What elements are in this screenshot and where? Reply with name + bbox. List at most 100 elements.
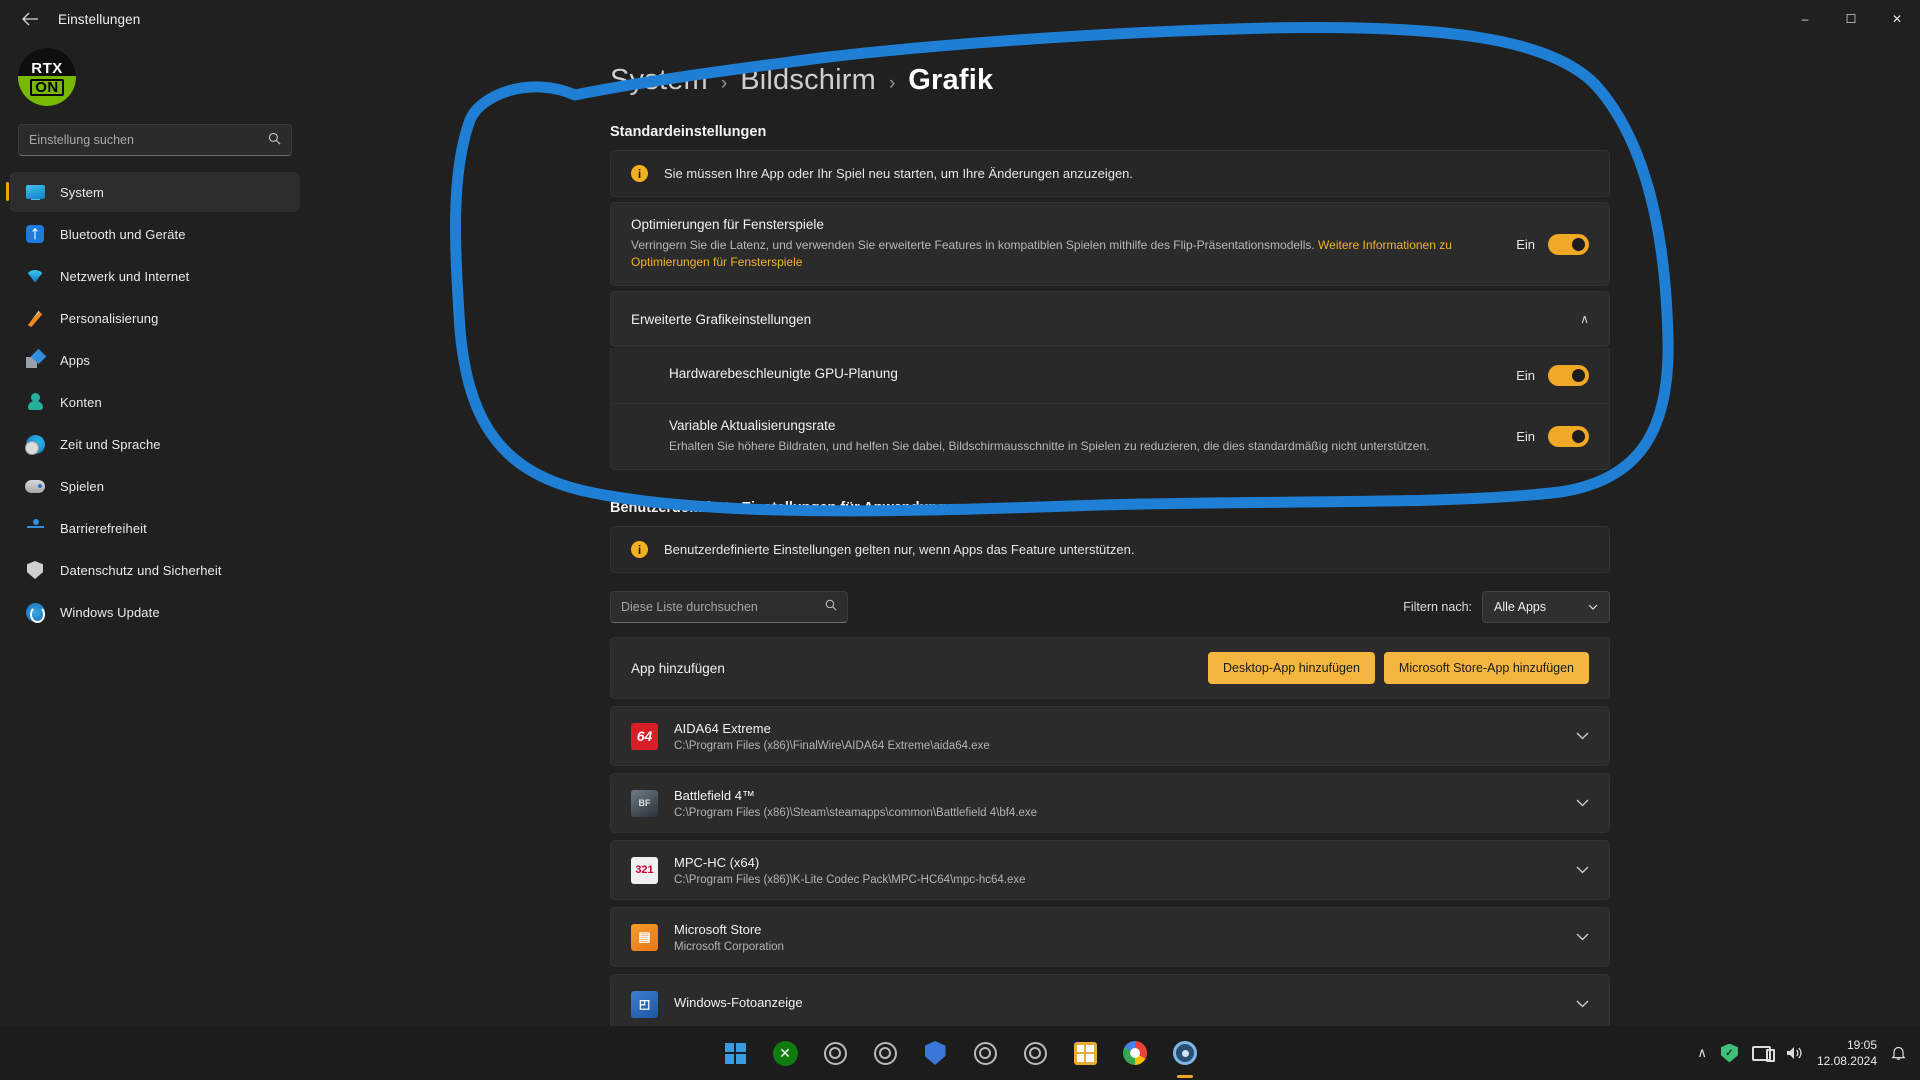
gpu-scheduling-texts: Hardwarebeschleunigte GPU-Planung: [669, 366, 1516, 386]
user-icon: [24, 391, 46, 413]
breadcrumb-system[interactable]: System: [610, 64, 708, 97]
sidebar-item-apps[interactable]: Apps: [10, 340, 300, 380]
add-store-app-button[interactable]: Microsoft Store-App hinzufügen: [1383, 652, 1589, 684]
vrr-title: Variable Aktualisierungsrate: [669, 418, 836, 433]
chevron-down-icon[interactable]: [1576, 796, 1589, 810]
vrr-toggle[interactable]: [1548, 426, 1589, 447]
windowed-games-control: Ein: [1516, 233, 1589, 255]
app-list-item-mpchc[interactable]: 321 MPC-HC (x64) C:\Program Files (x86)\…: [610, 840, 1610, 900]
sidebar-item-bluetooth[interactable]: ᛏ Bluetooth und Geräte: [10, 214, 300, 254]
title-bar: Einstellungen – ☐ ✕: [0, 0, 1920, 38]
battlefield4-icon: BF: [631, 789, 658, 817]
search-icon: [268, 132, 281, 148]
taskbar-item-chrome[interactable]: [1115, 1033, 1155, 1073]
back-button[interactable]: [8, 3, 52, 35]
sidebar-item-windows-update[interactable]: Windows Update: [10, 592, 300, 632]
sidebar-item-label: Konten: [60, 394, 102, 410]
chevron-down-icon[interactable]: [1576, 863, 1589, 877]
minimize-button[interactable]: –: [1782, 0, 1828, 38]
taskbar-item-3[interactable]: [815, 1033, 855, 1073]
search-input[interactable]: [29, 133, 268, 147]
breadcrumb-display[interactable]: Bildschirm: [740, 64, 876, 97]
sidebar-item-network[interactable]: Netzwerk und Internet: [10, 256, 300, 296]
windowed-games-card[interactable]: Optimierungen für Fensterspiele Verringe…: [610, 202, 1610, 286]
app-list-item-microsoft-store[interactable]: ▤ Microsoft Store Microsoft Corporation: [610, 907, 1610, 967]
maximize-button[interactable]: ☐: [1828, 0, 1874, 38]
taskbar-item-7[interactable]: [1015, 1033, 1055, 1073]
windowed-games-desc: Verringern Sie die Latenz, und verwenden…: [631, 237, 1496, 271]
sidebar-item-system[interactable]: System: [6, 172, 300, 212]
filter-dropdown[interactable]: Alle Apps: [1482, 591, 1610, 623]
window-buttons: – ☐ ✕: [1782, 0, 1920, 38]
section-title-custom: Benutzerdefinierte Einstellungen für Anw…: [610, 500, 964, 516]
chevron-down-icon[interactable]: [1576, 997, 1589, 1011]
volume-icon[interactable]: [1785, 1045, 1803, 1061]
app-list-item-battlefield4[interactable]: BF Battlefield 4™ C:\Program Files (x86)…: [610, 773, 1610, 833]
filter-value: Alle Apps: [1494, 600, 1547, 614]
taskbar-item-xbox[interactable]: ✕: [765, 1033, 805, 1073]
start-button[interactable]: [715, 1033, 755, 1073]
profile-block[interactable]: RTX ON: [0, 38, 310, 110]
taskbar-item-6[interactable]: [965, 1033, 1005, 1073]
windowed-games-desc-text: Verringern Sie die Latenz, und verwenden…: [631, 238, 1315, 252]
sidebar-item-time-language[interactable]: Zeit und Sprache: [10, 424, 300, 464]
sidebar-item-label: Apps: [60, 352, 91, 368]
add-app-row: App hinzufügen Desktop-App hinzufügen Mi…: [610, 637, 1610, 699]
avatar: RTX ON: [18, 48, 76, 106]
tray-chevron-up-icon[interactable]: ∧: [1697, 1045, 1707, 1061]
sidebar-item-accessibility[interactable]: Barrierefreiheit: [10, 508, 300, 548]
sidebar-item-privacy-security[interactable]: Datenschutz und Sicherheit: [10, 550, 300, 590]
app-list-item-windows-photo-viewer[interactable]: ◰ Windows-Fotoanzeige: [610, 974, 1610, 1034]
windows-photo-viewer-icon: ◰: [631, 990, 658, 1018]
sidebar-item-accounts[interactable]: Konten: [10, 382, 300, 422]
taskbar-item-4[interactable]: [865, 1033, 905, 1073]
network-icon[interactable]: [1751, 1045, 1775, 1062]
avatar-bottom-text: ON: [30, 79, 64, 96]
gpu-scheduling-title: Hardwarebeschleunigte GPU-Planung: [669, 365, 898, 381]
app-list-item-aida64[interactable]: 64 AIDA64 Extreme C:\Program Files (x86)…: [610, 706, 1610, 766]
taskbar-item-windows-security[interactable]: [915, 1033, 955, 1073]
chevron-up-icon[interactable]: ∧: [1580, 312, 1589, 326]
taskbar-items: ✕: [715, 1033, 1205, 1073]
chevron-down-icon[interactable]: [1576, 729, 1589, 743]
search-icon: [825, 598, 837, 616]
sidebar-item-personalization[interactable]: Personalisierung: [10, 298, 300, 338]
wifi-icon: [24, 265, 46, 287]
app-name: Windows-Fotoanzeige: [674, 994, 803, 1010]
vrr-texts: Variable Aktualisierungsrate Erhalten Si…: [669, 418, 1516, 455]
windows-logo-icon: [724, 1042, 746, 1064]
close-button[interactable]: ✕: [1874, 0, 1920, 38]
chevron-down-icon[interactable]: [1576, 930, 1589, 944]
window-title: Einstellungen: [58, 11, 141, 27]
gamepad-icon: [24, 475, 46, 497]
vrr-row[interactable]: Variable Aktualisierungsrate Erhalten Si…: [610, 404, 1610, 470]
restart-banner-text: Sie müssen Ihre App oder Ihr Spiel neu s…: [664, 166, 1134, 181]
sidebar-item-gaming[interactable]: Spielen: [10, 466, 300, 506]
breadcrumb-separator: ›: [888, 73, 896, 94]
windowed-games-toggle[interactable]: [1548, 233, 1589, 255]
gpu-scheduling-row[interactable]: Hardwarebeschleunigte GPU-Planung Ein: [610, 348, 1610, 404]
search-box[interactable]: [18, 124, 292, 156]
back-arrow-icon: [21, 12, 38, 26]
app-texts: Microsoft Store Microsoft Corporation: [674, 922, 1576, 953]
circle-icon: [973, 1041, 997, 1065]
advanced-graphics-expander[interactable]: Erweiterte Grafikeinstellungen ∧: [610, 291, 1610, 347]
sidebar-item-label: Netzwerk und Internet: [60, 268, 190, 284]
antivirus-shield-icon[interactable]: ✓: [1720, 1043, 1738, 1063]
sidebar-item-label: Barrierefreiheit: [60, 520, 147, 536]
list-search-box[interactable]: [610, 591, 848, 623]
store-icon: [1073, 1041, 1097, 1065]
clock[interactable]: 19:05 12.08.2024: [1817, 1037, 1877, 1069]
gpu-scheduling-toggle[interactable]: [1548, 365, 1589, 386]
info-icon: i: [631, 165, 648, 182]
main-content: System › Bildschirm › Grafik Standardein…: [310, 38, 1920, 1042]
profile-text: [90, 62, 129, 93]
add-desktop-app-button[interactable]: Desktop-App hinzufügen: [1208, 652, 1375, 684]
bluetooth-icon: ᛏ: [24, 223, 46, 245]
taskbar-item-microsoft-store[interactable]: [1065, 1033, 1105, 1073]
list-search-input[interactable]: [621, 600, 825, 614]
filter-row: Filtern nach: Alle Apps: [610, 591, 1610, 623]
notification-bell-icon[interactable]: [1891, 1045, 1906, 1061]
add-app-title: App hinzufügen: [631, 660, 725, 676]
taskbar-item-settings[interactable]: [1165, 1033, 1205, 1073]
